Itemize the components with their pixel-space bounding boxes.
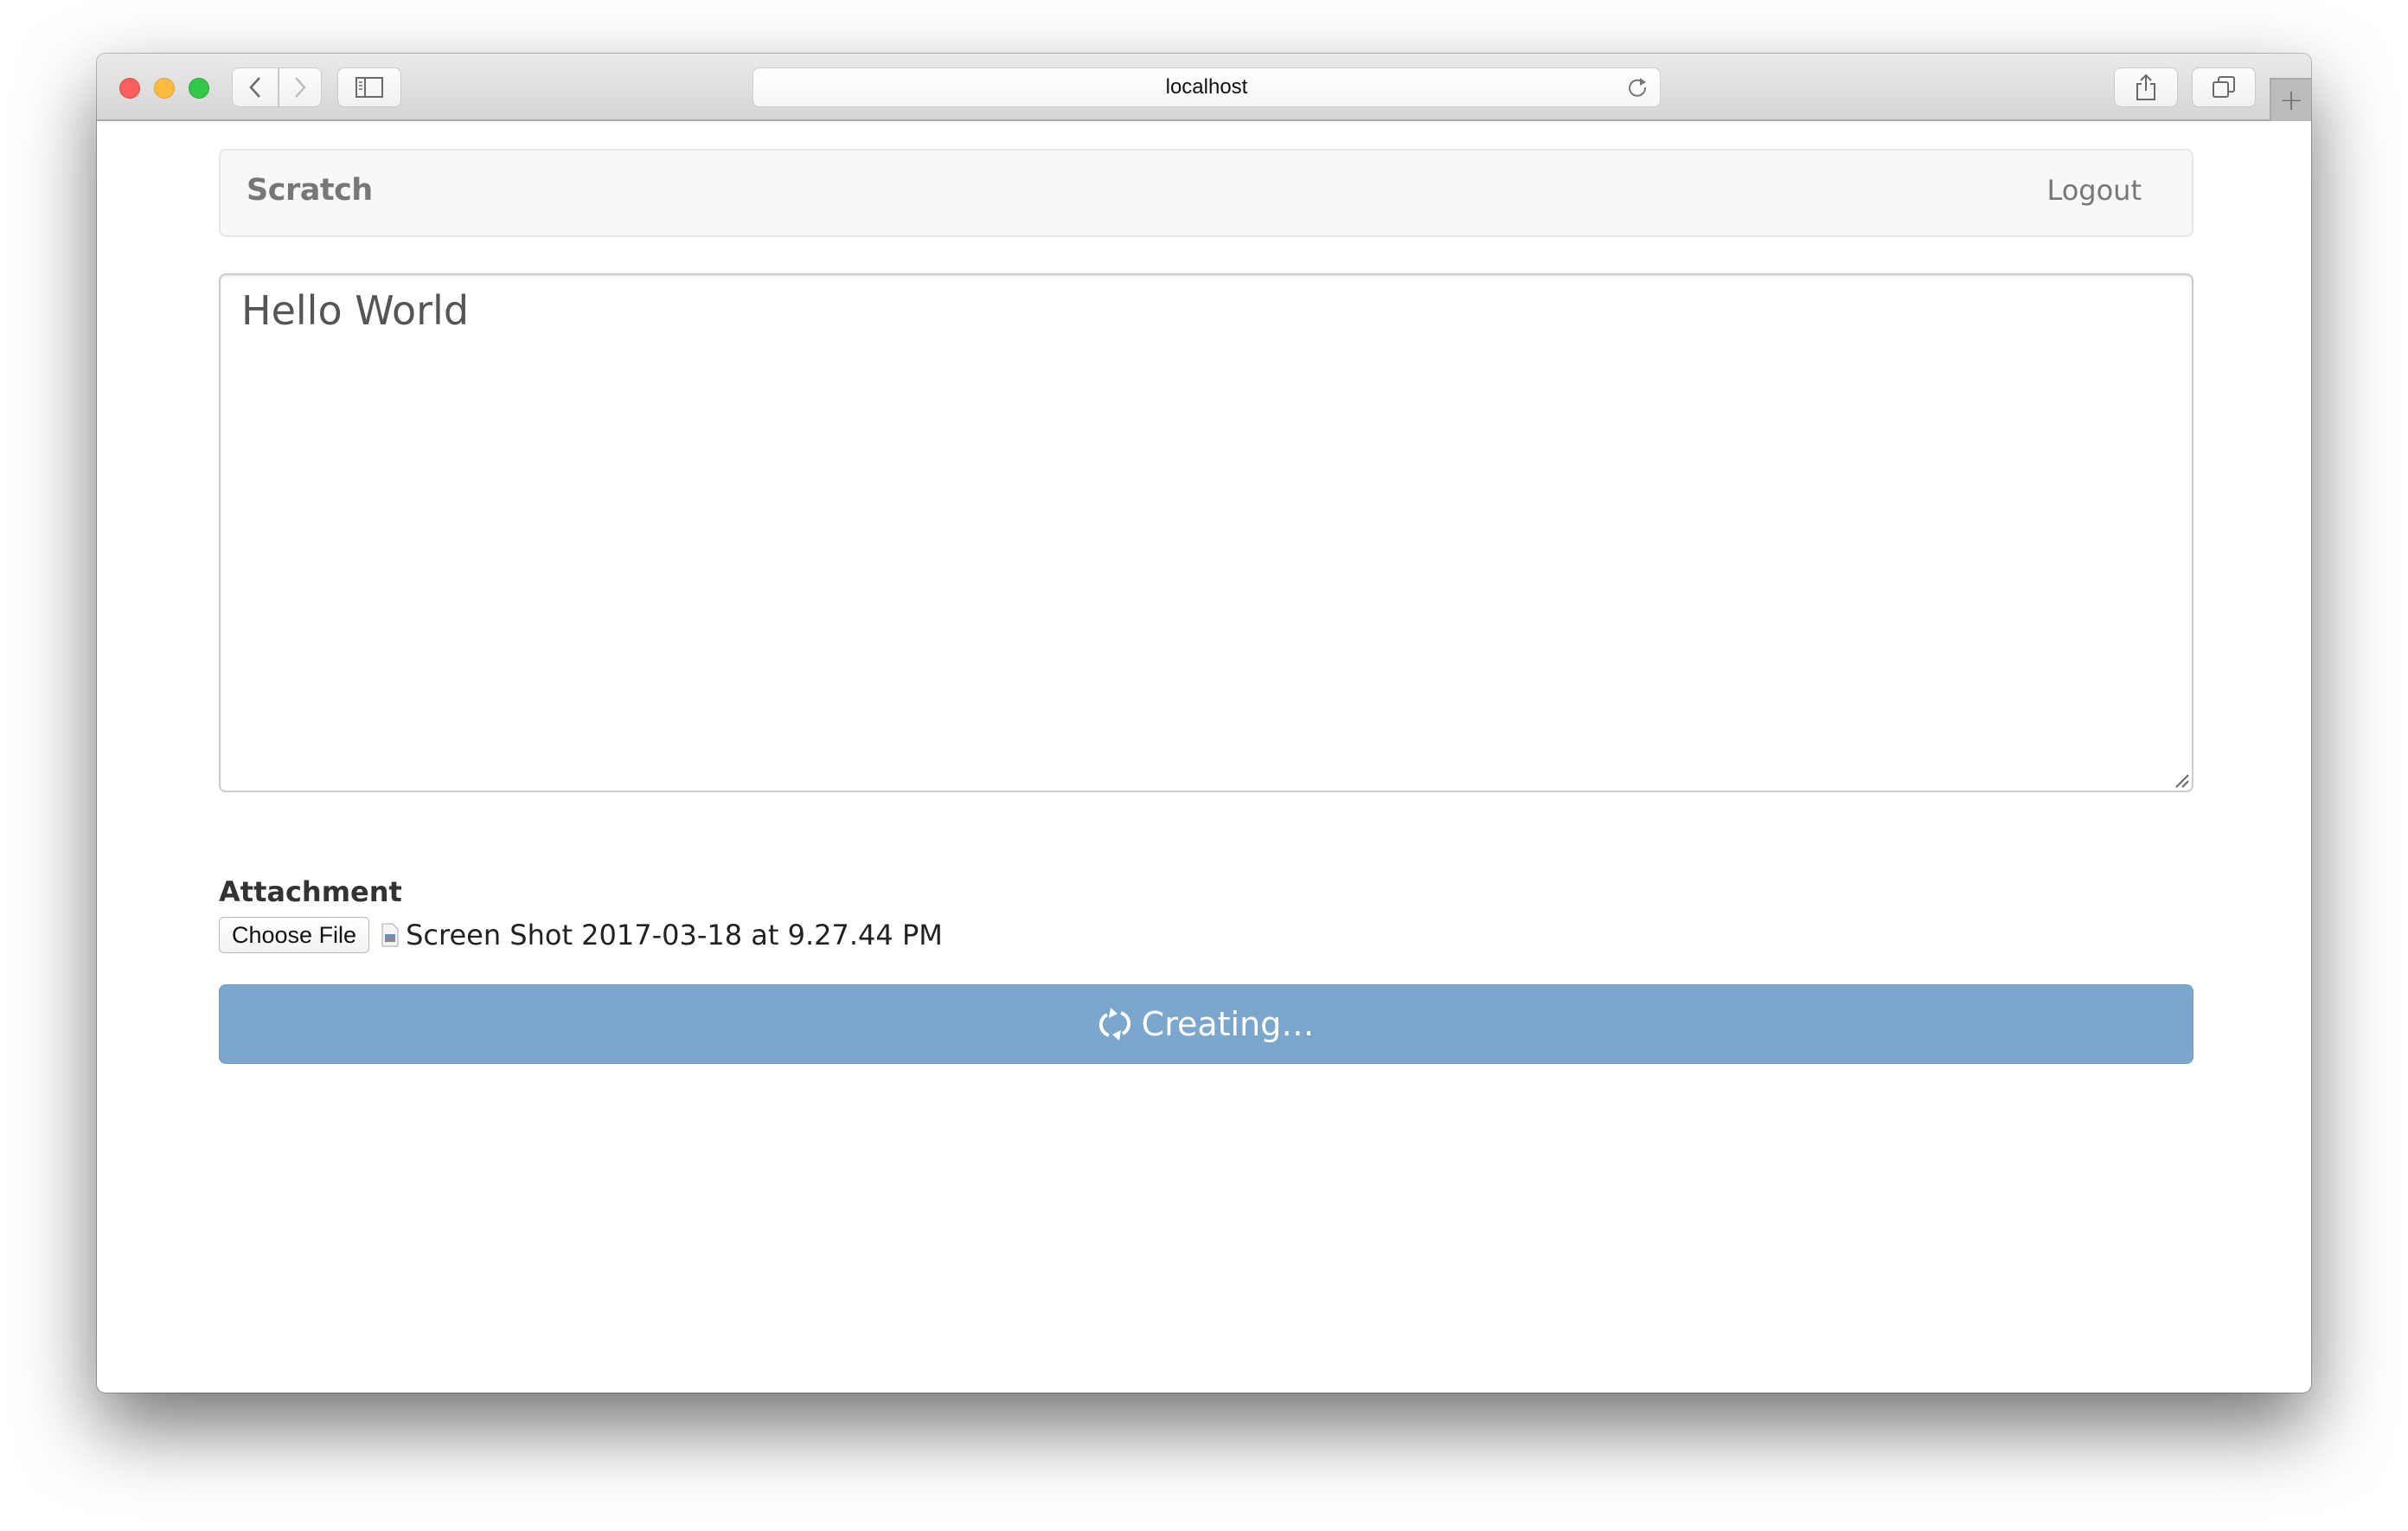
sidebar-toggle-button[interactable] [337,67,401,107]
refresh-spinner-icon [1098,1008,1130,1041]
navbar: Scratch Logout [219,149,2193,237]
note-content-input[interactable]: Hello World [219,273,2193,792]
choose-file-button[interactable]: Choose File [219,917,370,953]
minimize-window-button[interactable] [154,78,175,99]
chevron-left-icon [249,77,260,98]
share-icon [2136,74,2155,100]
address-bar[interactable]: localhost [752,67,1661,107]
url-text: localhost [1165,75,1248,99]
reload-icon[interactable] [1625,75,1649,99]
logout-link[interactable]: Logout [2046,174,2142,207]
brand-link[interactable]: Scratch [247,173,373,208]
forward-button[interactable] [279,67,322,107]
image-file-icon [381,923,399,947]
file-input: Choose File Screen Shot 2017-03-18 at 9.… [219,917,943,953]
create-note-button[interactable]: Creating… [219,984,2193,1064]
attachment-label: Attachment [219,875,402,908]
tabs-icon [2213,76,2235,98]
sidebar-icon [355,77,383,98]
share-button[interactable] [2114,67,2178,107]
chevron-right-icon [295,77,306,98]
new-tab-button[interactable]: + [2270,78,2311,121]
zoom-window-button[interactable] [189,78,209,99]
resize-handle-icon[interactable] [2173,772,2190,789]
browser-toolbar: localhost + [97,54,2311,121]
browser-window: localhost + Scratch Logout Hello World A… [97,54,2311,1393]
back-button[interactable] [232,67,279,107]
page-content: Scratch Logout Hello World Attachment Ch… [97,121,2311,1393]
show-tabs-button[interactable] [2192,67,2256,107]
create-button-label: Creating… [1141,1005,1315,1043]
selected-file-name: Screen Shot 2017-03-18 at 9.27.44 PM [406,919,943,951]
close-window-button[interactable] [119,78,140,99]
